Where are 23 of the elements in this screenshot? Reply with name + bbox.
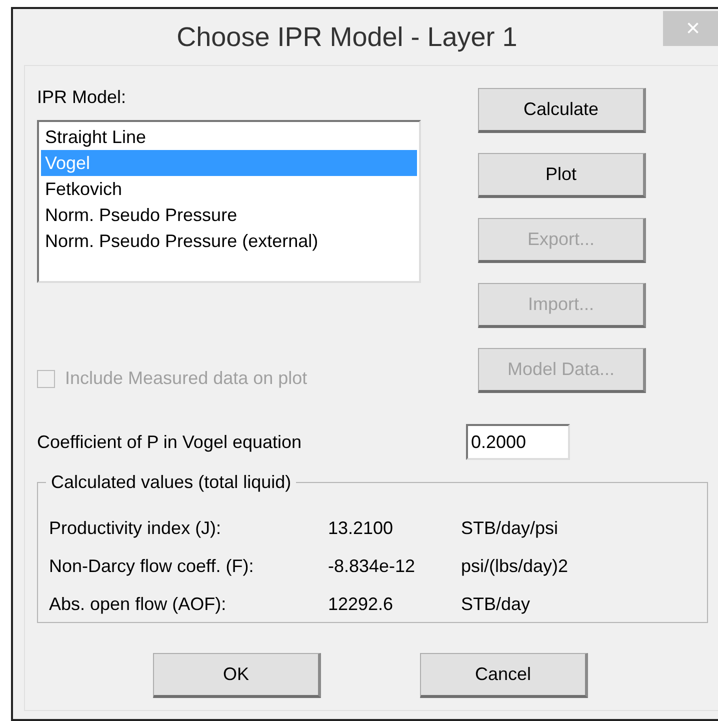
model-list[interactable]: Straight Line Vogel Fetkovich Norm. Pseudo Pressure Norm. Pseudo Pressure (external) [37,120,421,283]
unit-text: STB/day [461,592,530,616]
unit-text: STB/day/psi [461,516,558,540]
coefficient-field[interactable]: 0.2000 [466,424,570,460]
dialog-button[interactable]: OK [153,653,321,698]
unit-text: psi/(lbs/day)2 [461,554,568,578]
field-label: Productivity index (J): [49,516,222,540]
list-item[interactable]: Fetkovich [41,176,417,202]
dialog-button[interactable]: Calculate [478,88,646,133]
list-label: IPR Model: [37,86,128,108]
field-value: -8.834e-12 [328,554,416,578]
field-label: Non-Darcy flow coeff. (F): [49,554,255,578]
dialog-button[interactable]: Plot [478,153,646,198]
window-title: Choose IPR Model - Layer 1 [176,20,518,54]
dialog-button[interactable]: Cancel [420,653,588,698]
list-item[interactable]: Norm. Pseudo Pressure (external) [41,228,417,254]
list-item[interactable]: Norm. Pseudo Pressure [41,202,417,228]
field-label: Abs. open flow (AOF): [49,592,228,616]
checkbox-label: Include Measured data on plot [65,367,308,390]
list-item[interactable]: Straight Line [41,124,417,150]
field-value: 13.2100 [328,516,394,540]
field-value: 12292.6 [328,592,394,616]
coefficient-label: Coefficient of P in Vogel equation [37,430,303,454]
